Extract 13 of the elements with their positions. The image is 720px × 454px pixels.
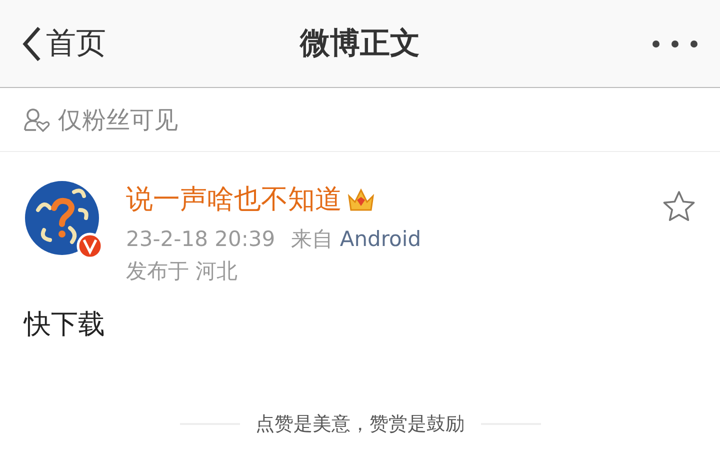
avatar-icon[interactable] xyxy=(24,180,104,260)
fans-icon xyxy=(24,108,50,132)
more-icon[interactable] xyxy=(652,40,698,48)
page-title: 微博正文 xyxy=(300,25,420,63)
reward-slogan: 点赞是美意，赞赏是鼓励 xyxy=(256,412,464,437)
star-icon[interactable] xyxy=(662,190,696,222)
visibility-label: 仅粉丝可见 xyxy=(58,104,178,136)
post-time: 23-2-18 20:39 xyxy=(126,226,276,254)
post-location: 发布于 河北 xyxy=(126,258,238,285)
back-button[interactable]: 首页 xyxy=(22,21,106,66)
post-source: 来自 Android xyxy=(291,226,422,254)
post-text: 快下载 xyxy=(24,308,105,342)
back-icon[interactable] xyxy=(22,26,42,62)
